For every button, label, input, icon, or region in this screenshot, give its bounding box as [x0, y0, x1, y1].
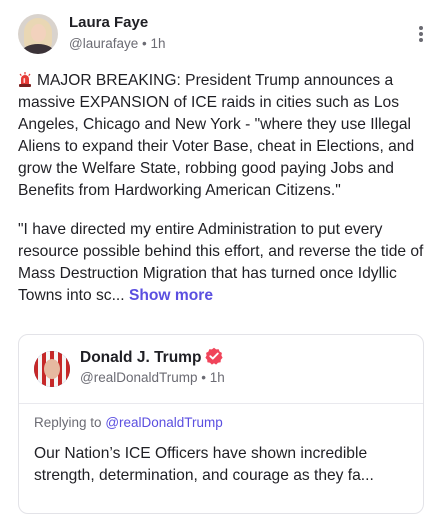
post-header: Laura Faye @laurafaye • 1h — [18, 14, 428, 58]
post-paragraph-1: MAJOR BREAKING: President Trump announce… — [18, 70, 426, 202]
post-paragraph-2-text: "I have directed my entire Administratio… — [18, 221, 424, 304]
quoted-author-row: Donald J. Trump — [80, 347, 224, 367]
more-vertical-icon — [419, 26, 423, 30]
avatar[interactable] — [18, 14, 58, 54]
quoted-meta-separator: • — [201, 370, 206, 385]
quoted-post-text: Our Nation’s ICE Officers have shown inc… — [34, 445, 374, 484]
meta-separator: • — [142, 36, 147, 51]
replying-prefix: Replying to — [34, 415, 102, 430]
quoted-author-handle[interactable]: @realDonaldTrump — [80, 370, 198, 385]
author-handle[interactable]: @laurafaye — [69, 36, 138, 51]
post-paragraph-1-text: MAJOR BREAKING: President Trump announce… — [18, 72, 415, 199]
post-text: MAJOR BREAKING: President Trump announce… — [18, 70, 426, 324]
author-name[interactable]: Laura Faye — [69, 14, 148, 31]
divider — [19, 403, 423, 404]
quoted-post-time: 1h — [209, 370, 225, 385]
quoted-author-name[interactable]: Donald J. Trump — [80, 349, 201, 366]
quoted-post[interactable]: Donald J. Trump @realDonaldTrump • 1h Re… — [18, 334, 424, 514]
post-time: 1h — [150, 36, 166, 51]
police-light-icon — [19, 72, 31, 87]
replying-handle-link[interactable]: @realDonaldTrump — [105, 415, 223, 430]
quoted-author-meta: @realDonaldTrump • 1h — [80, 370, 225, 385]
post-card: Laura Faye @laurafaye • 1h MAJOR BREAKIN… — [0, 0, 442, 514]
post-paragraph-2: "I have directed my entire Administratio… — [18, 219, 426, 307]
quoted-avatar[interactable] — [34, 351, 70, 387]
more-vertical-icon-dot — [419, 38, 423, 42]
show-more-link[interactable]: Show more — [129, 287, 213, 304]
author-meta: @laurafaye • 1h — [69, 36, 166, 51]
replying-to: Replying to @realDonaldTrump — [34, 415, 223, 430]
more-options-button[interactable] — [414, 24, 428, 44]
verified-badge-icon — [205, 347, 224, 365]
more-vertical-icon-dot — [419, 32, 423, 36]
